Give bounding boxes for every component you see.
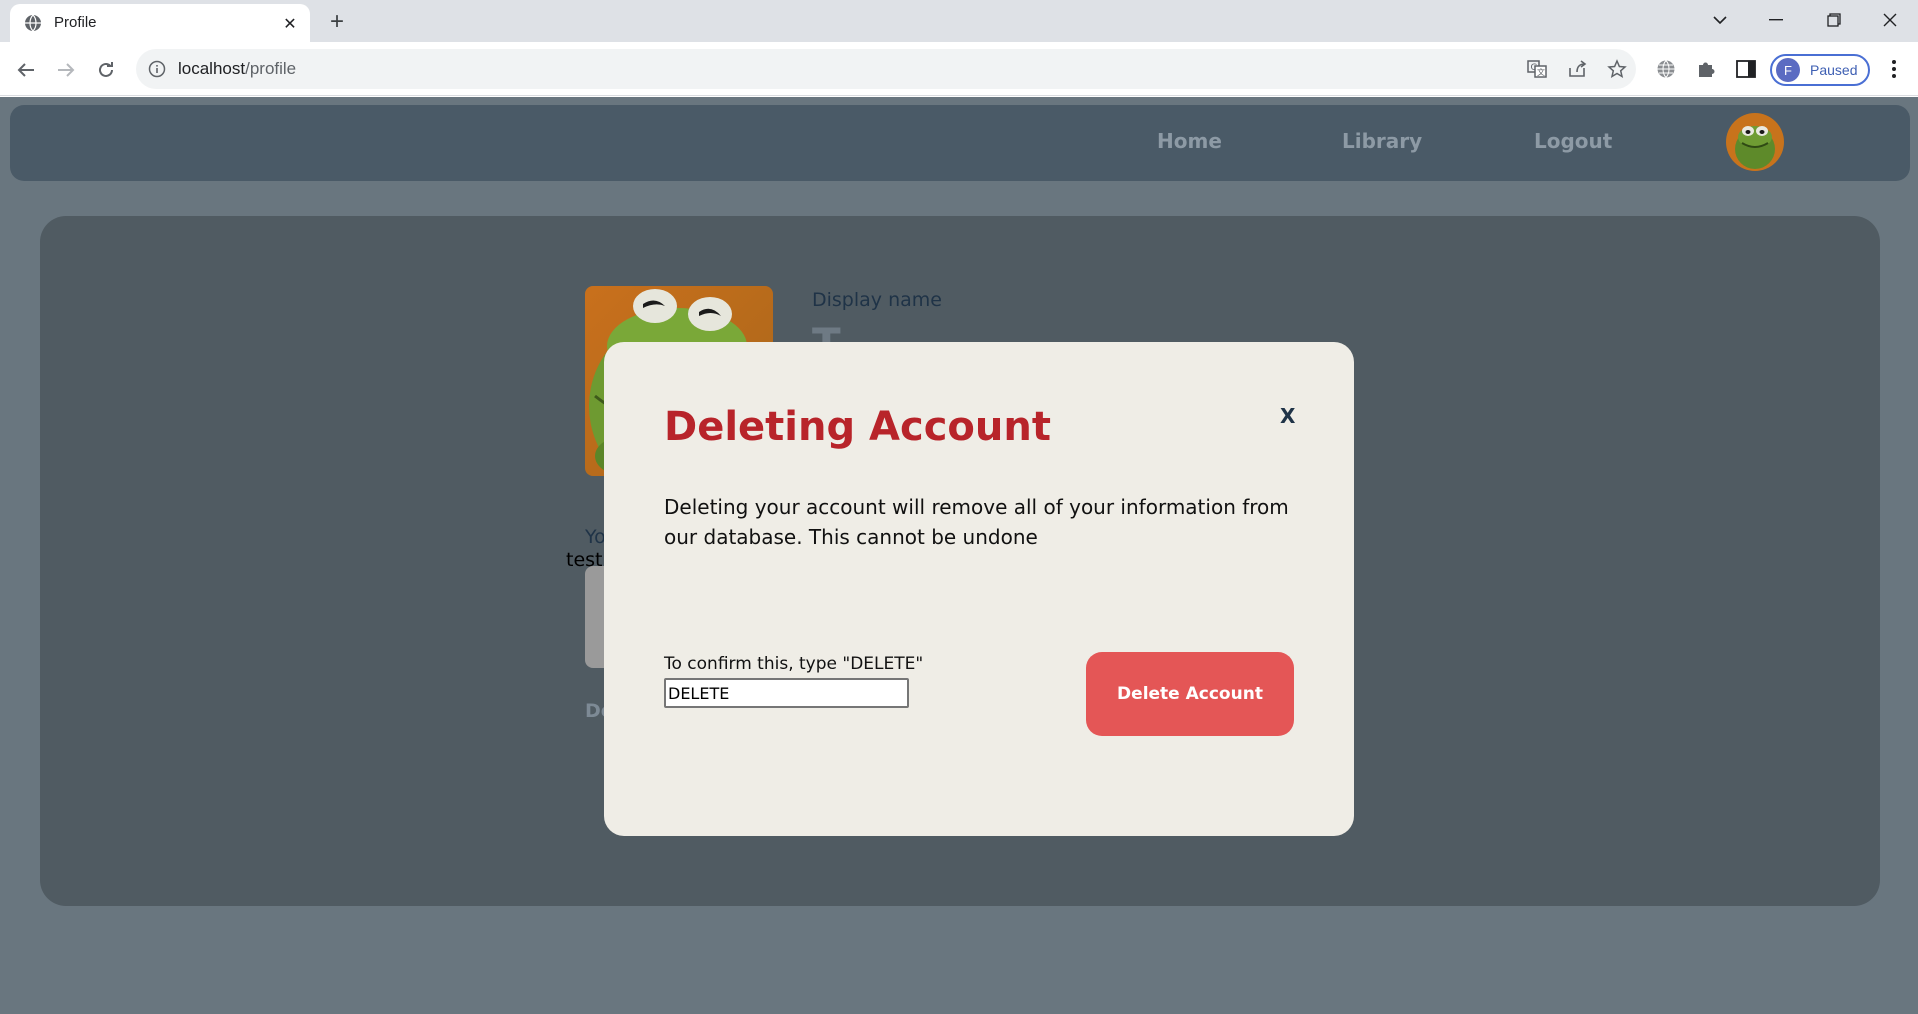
browser-toolbar: localhost/profile G文 F Paused	[0, 42, 1918, 96]
nav-link-logout[interactable]: Logout	[1534, 129, 1612, 153]
url-path: /profile	[245, 59, 297, 78]
modal-title: Deleting Account	[664, 404, 1051, 450]
forward-icon[interactable]	[50, 54, 82, 86]
user-avatar[interactable]	[1726, 113, 1784, 171]
share-icon[interactable]	[1566, 58, 1588, 80]
site-navbar: Home Library Logout	[10, 105, 1910, 181]
modal-close-button[interactable]: X	[1280, 404, 1295, 428]
svg-text:文: 文	[1537, 67, 1545, 77]
profile-paused-chip[interactable]: F Paused	[1770, 54, 1870, 86]
side-panel-icon[interactable]	[1734, 57, 1758, 81]
close-window-icon[interactable]	[1862, 0, 1918, 40]
bio-label: Yo	[585, 526, 606, 548]
profile-status: Paused	[1810, 62, 1858, 78]
close-tab-icon[interactable]: ✕	[280, 13, 300, 33]
display-name-label: Display name	[812, 289, 942, 311]
new-tab-button[interactable]: +	[322, 8, 352, 36]
url-host: localhost	[178, 59, 246, 78]
url-text: localhost/profile	[178, 59, 296, 79]
modal-message: Deleting your account will remove all of…	[664, 495, 1289, 549]
reload-icon[interactable]	[90, 54, 122, 86]
browser-tab-profile[interactable]: Profile ✕	[10, 4, 310, 42]
confirm-label: To confirm this, type "DELETE"	[664, 654, 924, 674]
tab-search-icon[interactable]	[1692, 0, 1748, 40]
extension-globe-icon[interactable]	[1654, 57, 1678, 81]
profile-avatar: F	[1776, 58, 1800, 82]
bookmark-star-icon[interactable]	[1606, 58, 1628, 80]
tab-title: Profile	[54, 14, 97, 31]
nav-link-library[interactable]: Library	[1342, 129, 1422, 153]
extensions-puzzle-icon[interactable]	[1694, 57, 1718, 81]
address-bar[interactable]: localhost/profile G文	[136, 49, 1636, 89]
confirm-delete-input[interactable]	[664, 678, 909, 708]
delete-account-button[interactable]: Delete Account	[1086, 652, 1294, 736]
back-icon[interactable]	[10, 54, 42, 86]
minimize-icon[interactable]	[1748, 0, 1804, 40]
globe-icon	[25, 14, 41, 32]
restore-icon[interactable]	[1806, 0, 1862, 40]
delete-account-modal: Deleting Account X Deleting your account…	[604, 342, 1354, 836]
info-icon[interactable]	[148, 60, 166, 78]
translate-icon[interactable]: G文	[1526, 58, 1548, 80]
nav-link-home[interactable]: Home	[1157, 129, 1222, 153]
page-viewport: Home Library Logout Display name Yo test…	[0, 97, 1918, 1014]
kebab-menu-icon[interactable]	[1882, 57, 1906, 81]
browser-tabstrip: Profile ✕ +	[0, 0, 1918, 42]
